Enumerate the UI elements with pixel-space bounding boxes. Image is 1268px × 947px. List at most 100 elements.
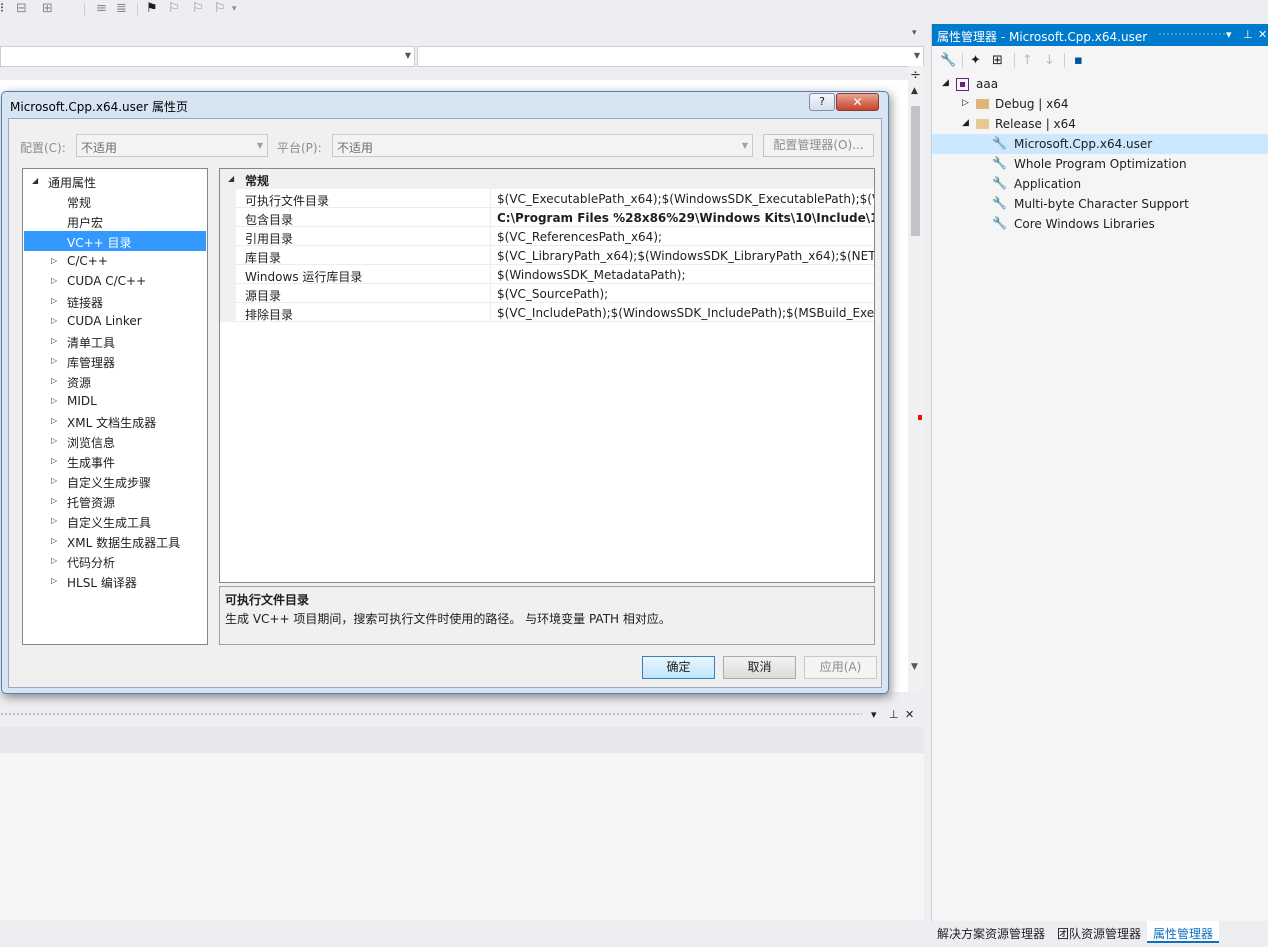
- tree-item[interactable]: ▷ 托管资源: [24, 491, 206, 511]
- tree-item[interactable]: ▷ XML 文档生成器: [24, 411, 206, 431]
- add-new-sheet-icon[interactable]: ✦: [970, 53, 981, 68]
- scrollbar-thumb[interactable]: [911, 106, 920, 236]
- tree-item-project[interactable]: ◢ aaa: [932, 74, 1268, 94]
- column-divider[interactable]: [490, 208, 491, 227]
- tree-item[interactable]: ▷ HLSL 编译器: [24, 571, 206, 591]
- property-row[interactable]: 包含目录 C:\Program Files %28x86%29\Windows K…: [220, 208, 874, 227]
- tree-item[interactable]: 常规: [24, 191, 206, 211]
- tree-item[interactable]: ▷ 库管理器: [24, 351, 206, 371]
- scroll-down-icon[interactable]: ▼: [911, 662, 918, 672]
- property-category-tree[interactable]: ◢ 通用属性 常规 用户宏 VC++ 目录 ▷ C/C++ ▷ CUDA C/C++ ▷ 链接器 ▷ C…: [22, 168, 208, 645]
- grid-category-header[interactable]: ◢ 常规: [220, 169, 874, 189]
- save-icon[interactable]: ▪: [1074, 53, 1083, 68]
- expand-icon[interactable]: ▷: [51, 516, 57, 525]
- pin-icon[interactable]: ⊥: [889, 708, 899, 721]
- pin-icon[interactable]: ⊥: [1243, 28, 1253, 41]
- expand-icon[interactable]: ▷: [51, 376, 57, 385]
- close-icon[interactable]: ✕: [1258, 28, 1267, 41]
- close-icon[interactable]: ✕: [905, 708, 914, 721]
- tree-item[interactable]: ▷ XML 数据生成器工具: [24, 531, 206, 551]
- property-value[interactable]: $(VC_LibraryPath_x64);$(WindowsSDK_Libra…: [497, 249, 874, 263]
- toolbar-dropdown-icon[interactable]: ⁝: [0, 1, 4, 16]
- move-down-icon[interactable]: ↓: [1044, 53, 1055, 68]
- collapse-icon[interactable]: ◢: [228, 174, 234, 183]
- expand-icon[interactable]: ▷: [51, 456, 57, 465]
- cancel-button[interactable]: 取消: [723, 656, 796, 679]
- expand-icon[interactable]: ▷: [51, 416, 57, 425]
- property-value[interactable]: $(VC_IncludePath);$(WindowsSDK_IncludePa…: [497, 306, 874, 320]
- move-up-icon[interactable]: ↑: [1022, 53, 1033, 68]
- panel-menu-icon[interactable]: ▾: [871, 708, 877, 721]
- tree-item[interactable]: VC++ 目录: [24, 231, 206, 251]
- expand-icon[interactable]: ▷: [51, 256, 57, 265]
- property-value[interactable]: $(VC_ExecutablePath_x64);$(WindowsSDK_Ex…: [497, 192, 874, 206]
- collapse-icon[interactable]: ◢: [962, 118, 969, 128]
- platform-dropdown[interactable]: 不适用 ▼: [332, 134, 753, 157]
- column-divider[interactable]: [490, 227, 491, 246]
- tree-item[interactable]: ▷ 代码分析: [24, 551, 206, 571]
- property-grid[interactable]: ◢ 常规 可执行文件目录 $(VC_ExecutablePath_x64);$(W…: [219, 168, 875, 583]
- editor-vertical-scrollbar[interactable]: ÷ ▲ ▼: [908, 66, 924, 692]
- expand-icon[interactable]: ▷: [51, 476, 57, 485]
- toolbar-overflow-icon[interactable]: ▾: [232, 4, 237, 14]
- configuration-dropdown[interactable]: 不适用 ▼: [76, 134, 268, 157]
- close-button[interactable]: ✕: [836, 93, 879, 111]
- column-divider[interactable]: [490, 284, 491, 303]
- split-icon[interactable]: ÷: [910, 68, 921, 83]
- property-row[interactable]: 源目录 $(VC_SourcePath);: [220, 284, 874, 303]
- tree-item-release[interactable]: ◢ Release | x64: [932, 114, 1268, 134]
- property-value[interactable]: $(VC_ReferencesPath_x64);: [497, 230, 874, 244]
- tree-item[interactable]: ▷ MIDL: [24, 391, 206, 411]
- property-row[interactable]: 排除目录 $(VC_IncludePath);$(WindowsSDK_Inclu…: [220, 303, 874, 322]
- uncomment-icon[interactable]: ≣: [116, 1, 127, 16]
- expand-icon[interactable]: ▷: [51, 316, 57, 325]
- expand-icon[interactable]: ▷: [962, 98, 969, 108]
- tree-item-sheet[interactable]: 🔧 Whole Program Optimization: [932, 154, 1268, 174]
- tree-item[interactable]: ▷ CUDA Linker: [24, 311, 206, 331]
- align-right-icon[interactable]: ⊞: [42, 1, 53, 16]
- tree-item[interactable]: 用户宏: [24, 211, 206, 231]
- expand-icon[interactable]: ▷: [51, 436, 57, 445]
- add-existing-sheet-icon[interactable]: ⊞: [992, 53, 1003, 68]
- clear-bookmark-icon[interactable]: ⚐: [214, 1, 226, 16]
- bookmark-icon[interactable]: ⚑: [146, 1, 158, 16]
- align-icon[interactable]: ⊟: [16, 1, 27, 16]
- collapse-icon[interactable]: ◢: [942, 78, 949, 88]
- tab-solution-explorer[interactable]: 解决方案资源管理器: [931, 921, 1051, 943]
- output-panel-body[interactable]: [0, 753, 924, 920]
- tree-item-sheet[interactable]: 🔧 Application: [932, 174, 1268, 194]
- property-row[interactable]: 可执行文件目录 $(VC_ExecutablePath_x64);$(Window…: [220, 189, 874, 208]
- editor-menu-dropdown-icon[interactable]: ▾: [912, 28, 917, 38]
- dialog-titlebar[interactable]: Microsoft.Cpp.x64.user 属性页 ? ✕: [2, 92, 888, 118]
- tree-item-debug[interactable]: ▷ Debug | x64: [932, 94, 1268, 114]
- help-button[interactable]: ?: [809, 93, 835, 111]
- expand-icon[interactable]: ▷: [51, 396, 57, 405]
- tree-item[interactable]: ▷ CUDA C/C++: [24, 271, 206, 291]
- expand-icon[interactable]: ▷: [51, 556, 57, 565]
- tab-team-explorer[interactable]: 团队资源管理器: [1051, 921, 1147, 943]
- tree-item-sheet[interactable]: 🔧 Multi-byte Character Support: [932, 194, 1268, 214]
- configuration-manager-button[interactable]: 配置管理器(O)...: [763, 134, 874, 157]
- expand-icon[interactable]: ▷: [51, 576, 57, 585]
- tree-item[interactable]: ▷ 清单工具: [24, 331, 206, 351]
- tree-item[interactable]: ◢ 通用属性: [24, 171, 206, 191]
- ok-button[interactable]: 确定: [642, 656, 715, 679]
- tree-item[interactable]: ▷ C/C++: [24, 251, 206, 271]
- expand-icon[interactable]: ▷: [51, 496, 57, 505]
- property-row[interactable]: 库目录 $(VC_LibraryPath_x64);$(WindowsSDK_Li…: [220, 246, 874, 265]
- scroll-up-icon[interactable]: ▲: [911, 86, 918, 96]
- expand-icon[interactable]: ▷: [51, 276, 57, 285]
- tree-item[interactable]: ▷ 自定义生成工具: [24, 511, 206, 531]
- column-divider[interactable]: [490, 189, 491, 208]
- tree-item[interactable]: ▷ 浏览信息: [24, 431, 206, 451]
- collapse-icon[interactable]: ◢: [32, 176, 38, 185]
- member-dropdown[interactable]: ▼: [417, 46, 924, 67]
- tab-property-manager[interactable]: 属性管理器: [1147, 921, 1220, 943]
- property-value[interactable]: C:\Program Files %28x86%29\Windows Kits\…: [497, 211, 874, 225]
- tree-item-sheet[interactable]: 🔧 Core Windows Libraries: [932, 214, 1268, 234]
- column-divider[interactable]: [490, 303, 491, 322]
- property-manager-titlebar[interactable]: 属性管理器 - Microsoft.Cpp.x64.user ▾ ⊥ ✕: [932, 24, 1268, 46]
- tree-item-sheet[interactable]: 🔧 Microsoft.Cpp.x64.user: [932, 134, 1268, 154]
- comment-icon[interactable]: ≡: [96, 1, 107, 16]
- next-bookmark-icon[interactable]: ⚐: [192, 1, 204, 16]
